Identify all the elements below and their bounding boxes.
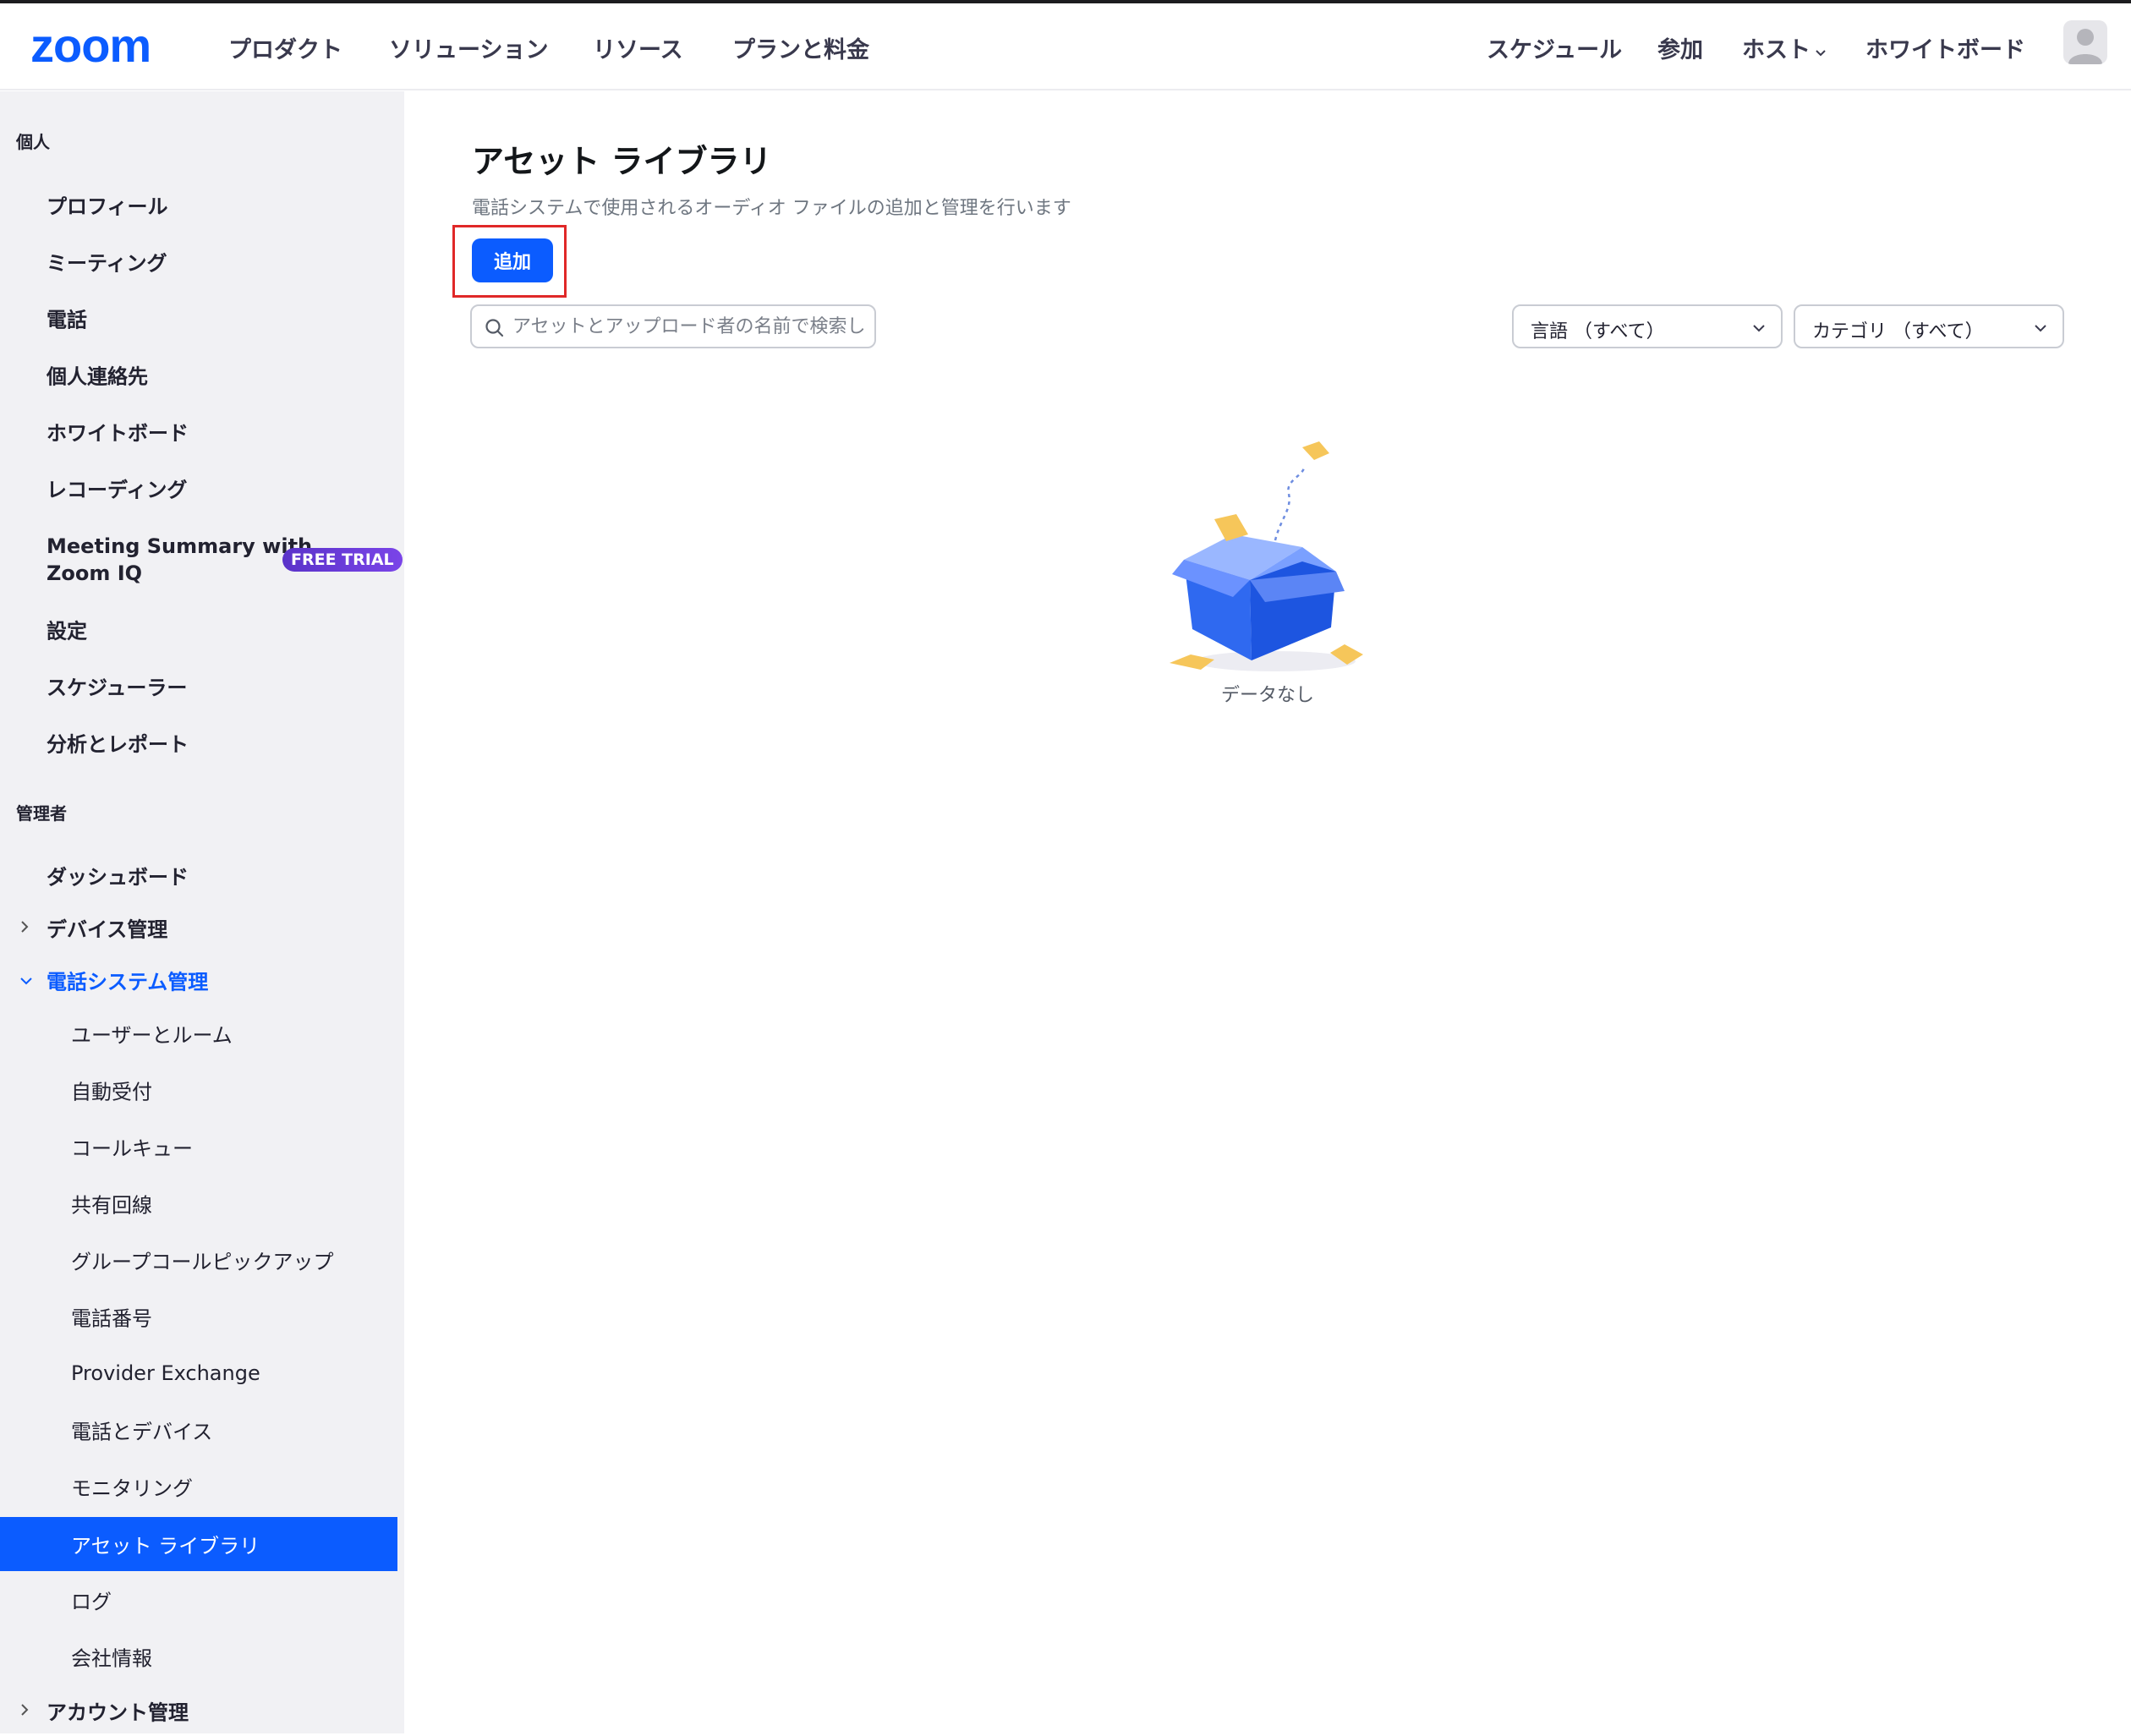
sidebar-item-phones-devices[interactable]: 電話とデバイス [0, 1405, 397, 1455]
sidebar-item-label: ユーザーとルーム [71, 1023, 233, 1048]
add-button[interactable]: 追加 [472, 238, 553, 282]
sidebar-item-call-queue[interactable]: コールキュー [0, 1121, 397, 1172]
sidebar-item-settings[interactable]: 設定 [0, 604, 397, 654]
nav-plans-pricing[interactable]: プランと料金 [732, 34, 869, 68]
sidebar-item-label: アカウント管理 [47, 1700, 189, 1725]
nav-schedule[interactable]: スケジュール [1487, 34, 1622, 68]
sidebar-item-label: 電話システム管理 [47, 970, 209, 994]
top-header: zoom プロダクト ソリューション リソース プランと料金 スケジュール 参加… [0, 3, 2131, 90]
sidebar-item-personal-contacts[interactable]: 個人連絡先 [0, 349, 397, 400]
sidebar-item-reports[interactable]: 分析とレポート [0, 717, 397, 768]
sidebar-item-label: 電話番号 [71, 1306, 152, 1331]
sidebar-item-recordings[interactable]: レコーディング [0, 463, 397, 513]
search-icon [485, 319, 504, 337]
search-input[interactable] [512, 311, 864, 342]
sidebar-item-label: Provider Exchange [71, 1361, 260, 1385]
sidebar-item-label: スケジューラー [47, 676, 188, 700]
chevron-right-icon [19, 1699, 30, 1722]
sidebar-item-users-rooms[interactable]: ユーザーとルーム [0, 1008, 397, 1059]
chevron-down-icon [1753, 325, 1765, 332]
sidebar-item-account-management[interactable]: アカウント管理 [0, 1685, 397, 1736]
sidebar-item-group-call-pickup[interactable]: グループコールピックアップ [0, 1235, 397, 1285]
chevron-right-icon [19, 916, 30, 939]
nav-host[interactable]: ホスト [1742, 34, 1827, 68]
page-title: アセット ライブラリ [472, 143, 772, 180]
nav-resources[interactable]: リソース [593, 34, 683, 68]
sidebar-item-logs[interactable]: ログ [0, 1574, 397, 1625]
sidebar-item-label: 分析とレポート [47, 732, 189, 757]
sidebar-item-label: Meeting Summary with Zoom IQ [47, 533, 312, 587]
sidebar-item-whiteboards[interactable]: ホワイトボード [0, 406, 397, 457]
sidebar-item-profile[interactable]: プロフィール [0, 179, 397, 230]
nav-products[interactable]: プロダクト [228, 34, 342, 68]
sidebar-item-label: グループコールピックアップ [71, 1250, 334, 1274]
meeting-summary-line1: Meeting Summary with [47, 534, 313, 558]
sidebar-item-scheduler[interactable]: スケジューラー [0, 660, 397, 711]
user-icon [2068, 29, 2102, 64]
sidebar-item-label: 共有回線 [71, 1193, 152, 1218]
chevron-down-icon [19, 968, 34, 992]
sidebar-item-label: ミーティング [47, 251, 167, 276]
nav-join[interactable]: 参加 [1657, 34, 1703, 68]
avatar[interactable] [2063, 20, 2107, 64]
category-filter-select[interactable]: カテゴリ （すべて） [1794, 304, 2064, 348]
language-filter-value: 言語 （すべて） [1531, 321, 1665, 342]
sidebar-item-label: ホワイトボード [47, 421, 189, 446]
sidebar-item-label: コールキュー [71, 1136, 193, 1161]
section-heading-personal: 個人 [16, 132, 50, 152]
sidebar-item-label: アセット ライブラリ [71, 1534, 260, 1558]
main-content: アセット ライブラリ 電話システムで使用されるオーディオ ファイルの追加と管理を… [404, 91, 2131, 1733]
sidebar-item-phone-numbers[interactable]: 電話番号 [0, 1291, 397, 1342]
sidebar: 個人 プロフィール ミーティング 電話 個人連絡先 ホワイトボード レコーディン… [0, 91, 404, 1733]
sidebar-item-shared-lines[interactable]: 共有回線 [0, 1178, 397, 1229]
nav-whiteboard[interactable]: ホワイトボード [1865, 34, 2025, 68]
sidebar-item-label: 自動受付 [71, 1080, 152, 1104]
sidebar-item-label: 電話とデバイス [71, 1420, 213, 1444]
empty-box-illustration [1170, 441, 1363, 671]
category-filter-value: カテゴリ （すべて） [1812, 321, 1984, 342]
sidebar-item-meeting-summary[interactable]: Meeting Summary with Zoom IQ FREE TRIAL [0, 524, 403, 595]
meeting-summary-line2: Zoom IQ [47, 561, 143, 585]
nav-solutions[interactable]: ソリューション [389, 34, 548, 68]
sidebar-item-label: 設定 [47, 619, 87, 643]
sidebar-item-label: デバイス管理 [47, 917, 168, 942]
sidebar-item-label: 電話 [47, 308, 87, 332]
chevron-down-icon [1814, 35, 1827, 68]
sidebar-item-asset-library[interactable]: アセット ライブラリ [0, 1517, 397, 1571]
sidebar-item-device-management[interactable]: デバイス管理 [0, 902, 397, 953]
sidebar-item-phone-system-management[interactable]: 電話システム管理 [0, 955, 397, 1005]
sidebar-item-provider-exchange[interactable]: Provider Exchange [0, 1348, 397, 1399]
nav-host-label: ホスト [1742, 37, 1811, 63]
sidebar-item-meetings[interactable]: ミーティング [0, 236, 397, 287]
sidebar-item-dashboard[interactable]: ダッシュボード [0, 850, 397, 901]
sidebar-item-label: ダッシュボード [47, 865, 189, 890]
sidebar-item-company-info[interactable]: 会社情報 [0, 1631, 397, 1682]
sidebar-item-label: 個人連絡先 [47, 364, 148, 389]
empty-state-text: データなし [1220, 685, 1314, 706]
free-trial-badge: FREE TRIAL [282, 548, 403, 572]
language-filter-select[interactable]: 言語 （すべて） [1512, 304, 1783, 348]
section-heading-admin: 管理者 [16, 803, 67, 824]
search-box[interactable] [470, 304, 876, 348]
sidebar-item-label: ログ [71, 1590, 112, 1614]
sidebar-item-phone[interactable]: 電話 [0, 293, 397, 343]
sidebar-item-label: 会社情報 [71, 1646, 152, 1671]
sidebar-item-label: プロフィール [47, 194, 168, 219]
page-description: 電話システムで使用されるオーディオ ファイルの追加と管理を行います [472, 198, 1071, 219]
zoom-logo[interactable]: zoom [30, 22, 151, 69]
chevron-down-icon [2035, 325, 2046, 332]
sidebar-item-auto-receptionist[interactable]: 自動受付 [0, 1065, 397, 1115]
sidebar-item-label: モニタリング [71, 1476, 193, 1501]
sidebar-item-monitoring[interactable]: モニタリング [0, 1461, 397, 1512]
sidebar-item-label: レコーディング [47, 478, 188, 502]
